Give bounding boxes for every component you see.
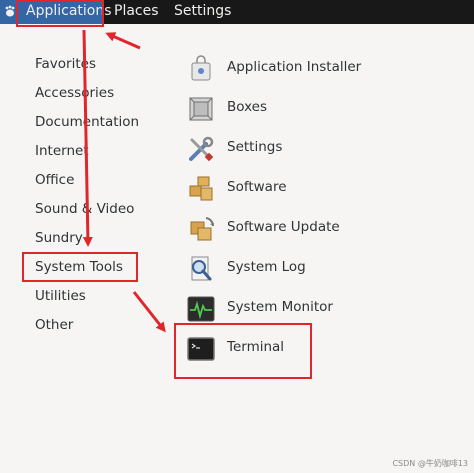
applications-highlight-box [16, 0, 104, 27]
app-label: Settings [227, 139, 283, 155]
app-label: Application Installer [227, 59, 362, 75]
settings-tools-icon [189, 136, 214, 162]
category-sundry[interactable]: Sundry [35, 230, 83, 246]
app-label: Software [227, 179, 287, 195]
app-label: Software Update [227, 219, 340, 235]
category-sound-video[interactable]: Sound & Video [35, 201, 134, 217]
places-menu-button[interactable]: Places [114, 0, 159, 24]
app-software[interactable]: Software [186, 174, 436, 204]
package-installer-icon [191, 55, 211, 81]
app-system-log[interactable]: System Log [186, 254, 436, 284]
applications-menu: Favorites Accessories Documentation Inte… [0, 24, 474, 473]
software-boxes-icon [189, 176, 213, 201]
system-tools-highlight-box [22, 252, 138, 282]
app-application-installer[interactable]: Application Installer [186, 54, 436, 84]
software-update-icon [190, 217, 215, 241]
boxes-icon [189, 97, 213, 121]
system-monitor-icon [187, 296, 215, 322]
app-software-update[interactable]: Software Update [186, 214, 436, 244]
category-accessories[interactable]: Accessories [35, 85, 114, 101]
category-favorites[interactable]: Favorites [35, 56, 96, 72]
category-utilities[interactable]: Utilities [35, 288, 86, 304]
system-log-icon [191, 256, 212, 281]
category-documentation[interactable]: Documentation [35, 114, 139, 130]
gnome-foot-icon [5, 5, 15, 17]
app-system-monitor[interactable]: System Monitor [186, 294, 436, 324]
category-other[interactable]: Other [35, 317, 73, 333]
watermark: CSDN @牛奶咖啡13 [392, 459, 468, 468]
app-label: System Log [227, 259, 306, 275]
app-boxes[interactable]: Boxes [186, 94, 436, 124]
terminal-highlight-box [174, 323, 312, 379]
app-settings[interactable]: Settings [186, 134, 436, 164]
settings-menu-button[interactable]: Settings [174, 0, 231, 24]
category-office[interactable]: Office [35, 172, 74, 188]
app-label: System Monitor [227, 299, 333, 315]
category-internet[interactable]: Internet [35, 143, 89, 159]
app-label: Boxes [227, 99, 268, 115]
